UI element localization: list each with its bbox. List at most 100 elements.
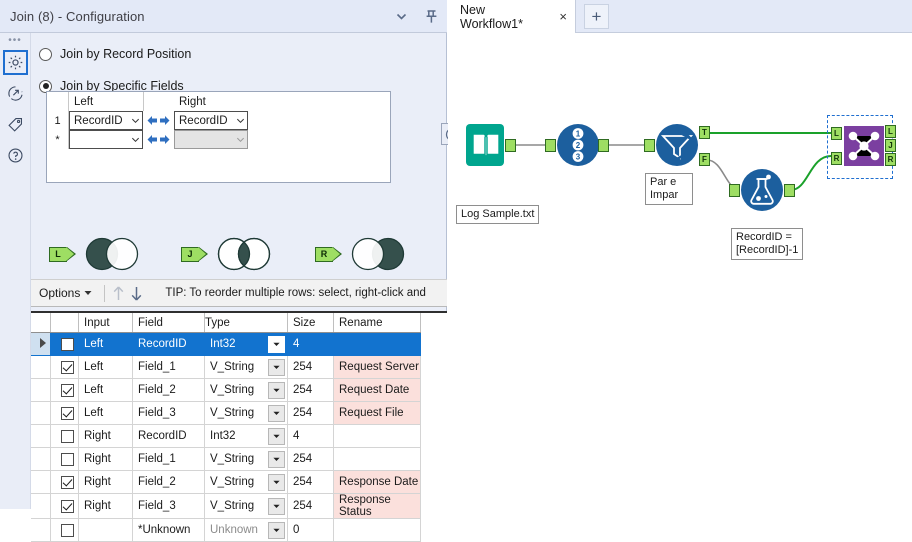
join-node[interactable]: L R L J R: [831, 125, 896, 169]
cell-rename[interactable]: [333, 332, 421, 356]
port-join-right-input[interactable]: R: [831, 152, 842, 165]
row-checkbox[interactable]: [60, 337, 74, 351]
type-dropdown-button[interactable]: [268, 497, 285, 515]
row-checkbox-cell[interactable]: [50, 447, 79, 471]
cell-size[interactable]: 4: [287, 424, 334, 448]
port-output[interactable]: [505, 139, 516, 152]
table-row[interactable]: *Unknown Unknown 0: [31, 518, 421, 542]
port-output[interactable]: [598, 139, 609, 152]
type-dropdown-button[interactable]: [268, 473, 285, 491]
cell-rename[interactable]: Request Server: [333, 355, 421, 379]
cell-rename[interactable]: Request Date: [333, 378, 421, 402]
output-arrow-icon[interactable]: [3, 81, 28, 106]
add-tab-button[interactable]: +: [584, 4, 609, 29]
type-dropdown-button[interactable]: [268, 521, 285, 539]
port-join-left-input[interactable]: L: [831, 127, 842, 140]
port-input[interactable]: [729, 184, 740, 197]
row-checkbox[interactable]: [60, 383, 74, 397]
row-checkbox[interactable]: [60, 452, 74, 466]
options-button[interactable]: Options: [31, 281, 100, 305]
input-data-node[interactable]: [465, 123, 516, 170]
row-checkbox-cell[interactable]: [50, 355, 79, 379]
cell-rename[interactable]: Response Status: [333, 493, 421, 519]
cell-type[interactable]: Int32: [204, 424, 288, 448]
header-checkbox[interactable]: [50, 313, 79, 333]
join-right-select-2[interactable]: [174, 130, 248, 149]
record-id-node[interactable]: 1 2 3: [545, 123, 609, 171]
type-dropdown-button[interactable]: [268, 404, 285, 422]
header-type[interactable]: Type: [204, 313, 288, 333]
table-row[interactable]: Right Field_3 V_String 254 Response Status: [31, 493, 421, 519]
arrow-left-icon[interactable]: [146, 115, 158, 126]
configuration-gear-icon[interactable]: [2, 50, 28, 75]
header-rename[interactable]: Rename: [333, 313, 421, 333]
cell-type[interactable]: Unknown: [204, 518, 288, 542]
row-checkbox-cell[interactable]: [50, 332, 79, 356]
arrow-right-icon[interactable]: [159, 134, 171, 145]
join-right-select-1[interactable]: RecordID: [174, 111, 248, 130]
row-checkbox[interactable]: [60, 360, 74, 374]
port-join-out-l[interactable]: L: [885, 125, 896, 138]
row-checkbox[interactable]: [60, 429, 74, 443]
type-dropdown-button[interactable]: [268, 427, 285, 445]
table-row[interactable]: Left RecordID Int32 4: [31, 332, 421, 356]
type-dropdown-button[interactable]: [268, 450, 285, 468]
cell-rename[interactable]: [333, 424, 421, 448]
row-checkbox-cell[interactable]: [50, 378, 79, 402]
venn-join-output[interactable]: J: [181, 237, 275, 271]
cell-size[interactable]: 254: [287, 378, 334, 402]
row-checkbox-cell[interactable]: [50, 493, 79, 519]
table-row[interactable]: Left Field_2 V_String 254 Request Date: [31, 378, 421, 402]
chevron-down-icon[interactable]: [391, 7, 411, 27]
cell-rename[interactable]: Request File: [333, 401, 421, 425]
arrow-right-icon[interactable]: [159, 115, 171, 126]
pin-icon[interactable]: [421, 7, 441, 27]
row-checkbox[interactable]: [60, 406, 74, 420]
port-input[interactable]: [644, 139, 655, 152]
venn-left-output[interactable]: L: [49, 237, 143, 271]
row-checkbox-cell[interactable]: [50, 401, 79, 425]
port-false-output[interactable]: F: [699, 153, 710, 166]
move-down-arrow-icon[interactable]: [127, 283, 145, 303]
help-question-icon[interactable]: [3, 143, 28, 168]
cell-rename[interactable]: Response Date: [333, 470, 421, 494]
cell-size[interactable]: 254: [287, 470, 334, 494]
arrow-left-icon[interactable]: [146, 134, 158, 145]
tab-new-workflow1[interactable]: New Workflow1* ×: [448, 0, 576, 33]
table-row[interactable]: Left Field_1 V_String 254 Request Server: [31, 355, 421, 379]
close-icon[interactable]: ×: [559, 10, 567, 23]
row-checkbox-cell[interactable]: [50, 424, 79, 448]
move-up-arrow-icon[interactable]: [109, 283, 127, 303]
workflow-canvas[interactable]: Log Sample.txt 1 2 3 T F Par e Impar Rec…: [448, 33, 912, 509]
row-checkbox[interactable]: [60, 475, 74, 489]
row-checkbox[interactable]: [60, 523, 74, 537]
cell-size[interactable]: 4: [287, 332, 334, 356]
port-input[interactable]: [545, 139, 556, 152]
cell-rename[interactable]: [333, 447, 421, 471]
port-join-out-j[interactable]: J: [885, 139, 896, 152]
annotation-tag-icon[interactable]: [3, 112, 28, 137]
type-dropdown-button[interactable]: [268, 381, 285, 399]
header-input[interactable]: Input: [78, 313, 133, 333]
filter-node[interactable]: T F: [644, 123, 710, 171]
cell-rename[interactable]: [333, 518, 421, 542]
cell-type[interactable]: V_String: [204, 447, 288, 471]
header-field[interactable]: Field: [132, 313, 205, 333]
cell-type[interactable]: V_String: [204, 493, 288, 519]
formula-node[interactable]: [729, 168, 795, 216]
join-left-select-1[interactable]: RecordID: [69, 111, 143, 130]
venn-right-output[interactable]: R: [315, 237, 409, 271]
table-row[interactable]: Right RecordID Int32 4: [31, 424, 421, 448]
port-true-output[interactable]: T: [699, 126, 710, 139]
cell-size[interactable]: 254: [287, 447, 334, 471]
cell-size[interactable]: 254: [287, 401, 334, 425]
port-join-out-r[interactable]: R: [885, 153, 896, 166]
table-row[interactable]: Right Field_1 V_String 254: [31, 447, 421, 471]
table-row[interactable]: Left Field_3 V_String 254 Request File: [31, 401, 421, 425]
cell-type[interactable]: V_String: [204, 378, 288, 402]
row-checkbox[interactable]: [60, 499, 74, 513]
cell-size[interactable]: 254: [287, 493, 334, 519]
radio-join-by-record-position[interactable]: Join by Record Position: [39, 43, 447, 65]
port-output[interactable]: [784, 184, 795, 197]
cell-type[interactable]: V_String: [204, 401, 288, 425]
